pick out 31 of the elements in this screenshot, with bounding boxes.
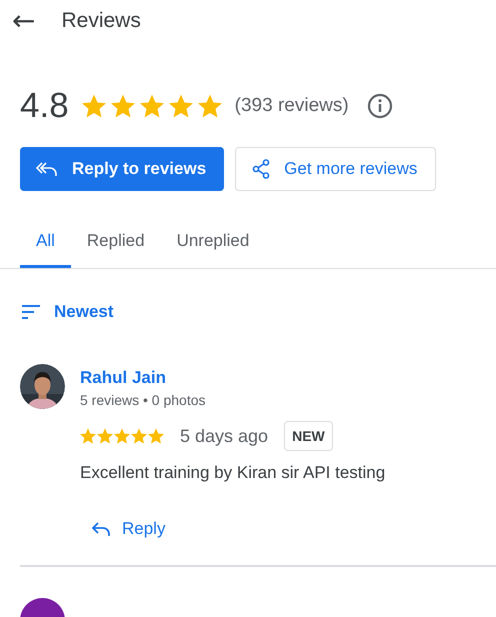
new-badge: NEW bbox=[284, 421, 333, 451]
share-icon bbox=[252, 159, 270, 179]
star-icon bbox=[114, 428, 130, 444]
star-icon bbox=[148, 428, 164, 444]
reply-button[interactable]: Reply bbox=[92, 519, 166, 539]
filter-tab[interactable]: Replied bbox=[70, 219, 161, 268]
star-icon bbox=[110, 94, 135, 118]
sort-button[interactable]: Newest bbox=[22, 302, 114, 322]
back-button[interactable]: ← bbox=[12, 7, 36, 35]
star-icon bbox=[82, 94, 106, 118]
review-text: Excellent training by Kiran sir API testing bbox=[80, 463, 386, 483]
reply-all-icon bbox=[36, 161, 58, 177]
star-icon bbox=[140, 94, 164, 118]
review-time: 5 days ago bbox=[180, 426, 268, 446]
filter-tab[interactable]: All bbox=[20, 219, 71, 268]
get-more-reviews-button[interactable]: Get more reviews bbox=[235, 147, 436, 191]
rating-score: 4.8 bbox=[20, 86, 69, 126]
star-icon bbox=[131, 428, 147, 444]
star-icon bbox=[168, 94, 193, 118]
star-icon bbox=[80, 428, 96, 444]
reply-to-reviews-button[interactable]: Reply to reviews bbox=[20, 147, 224, 191]
reviewer-stats: 5 reviews • 0 photos bbox=[80, 392, 207, 408]
review-count: (393 reviews) bbox=[234, 95, 349, 117]
reviewer-name[interactable]: Rahul Jain bbox=[80, 368, 386, 388]
reply-icon bbox=[92, 522, 110, 536]
star-icon bbox=[97, 428, 113, 444]
sort-icon bbox=[22, 305, 40, 319]
page-title: Reviews bbox=[61, 9, 141, 33]
info-icon[interactable] bbox=[366, 93, 393, 119]
filter-tab[interactable]: Unreplied bbox=[160, 219, 266, 268]
star-icon bbox=[198, 94, 222, 118]
